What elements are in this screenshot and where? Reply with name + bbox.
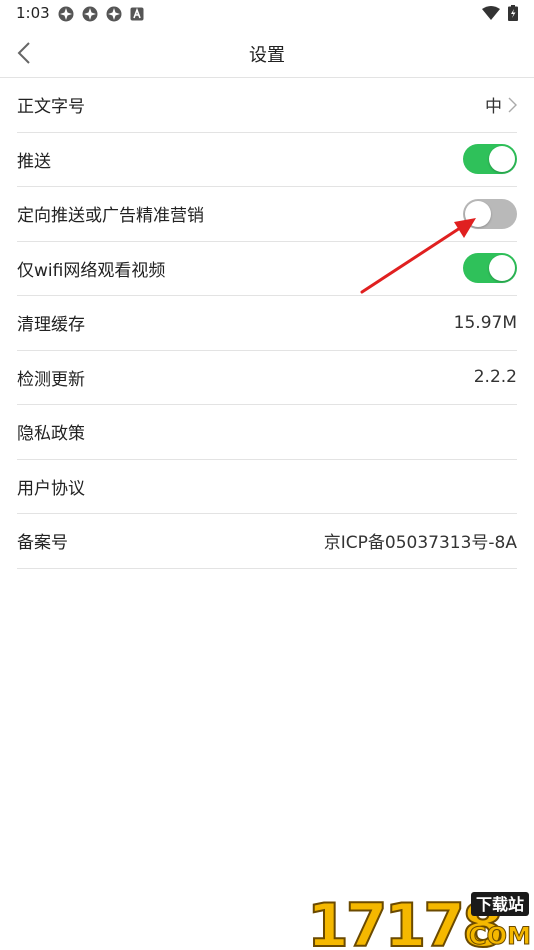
font-size-value[interactable]: 中 [485, 92, 517, 117]
setting-value: 中 [485, 97, 502, 118]
setting-label: 清理缓存 [17, 315, 85, 336]
app-notification-icon [82, 6, 98, 22]
setting-label: 推送 [17, 151, 51, 172]
status-bar: 1:03 [0, 0, 534, 28]
setting-label: 定向推送或广告精准营销 [17, 206, 204, 227]
setting-label: 正文字号 [17, 97, 85, 118]
wifi-icon [482, 6, 500, 20]
page-title: 设置 [249, 45, 285, 66]
setting-label: 仅wifi网络观看视频 [17, 260, 166, 281]
app-notification-icon [106, 6, 122, 22]
toggle-knob [489, 255, 515, 282]
status-time: 1:03 [16, 4, 50, 22]
header-bar: 设置 [0, 28, 534, 78]
toggle-knob [489, 146, 515, 173]
icp-value: 京ICP备05037313号-8A [323, 533, 517, 554]
setting-label: 备案号 [17, 533, 68, 554]
setting-label: 隐私政策 [17, 424, 85, 445]
setting-row-push: 推送 [17, 133, 517, 187]
setting-label: 用户协议 [17, 478, 85, 499]
app-notification-icon [58, 6, 74, 22]
version-value: 2.2.2 [473, 367, 517, 388]
setting-row-font-size[interactable]: 正文字号 中 [17, 78, 517, 133]
status-notification-icons [58, 6, 144, 22]
cache-size-value: 15.97M [453, 312, 517, 333]
svg-text:COM: COM [469, 922, 531, 950]
site-watermark-logo: 17178 下载站 COM [306, 890, 531, 950]
battery-charging-icon [508, 5, 518, 21]
a-badge-icon [130, 7, 144, 21]
setting-row-icp: 备案号 京ICP备05037313号-8A [17, 514, 517, 569]
setting-label: 检测更新 [17, 369, 85, 390]
annotation-arrow-icon [360, 218, 476, 294]
setting-row-user-agreement[interactable]: 用户协议 [17, 460, 517, 514]
chevron-right-icon [508, 97, 517, 113]
setting-row-check-update[interactable]: 检测更新 2.2.2 [17, 351, 517, 405]
svg-text:下载站: 下载站 [476, 895, 524, 914]
push-toggle[interactable] [463, 144, 517, 175]
setting-row-clear-cache[interactable]: 清理缓存 15.97M [17, 296, 517, 351]
setting-row-privacy-policy[interactable]: 隐私政策 [17, 405, 517, 460]
status-system-icons [482, 5, 518, 21]
settings-list: 正文字号 中 推送 定向推送或广告精准营销 仅wifi网络观看视频 清理缓存 1… [17, 78, 517, 569]
